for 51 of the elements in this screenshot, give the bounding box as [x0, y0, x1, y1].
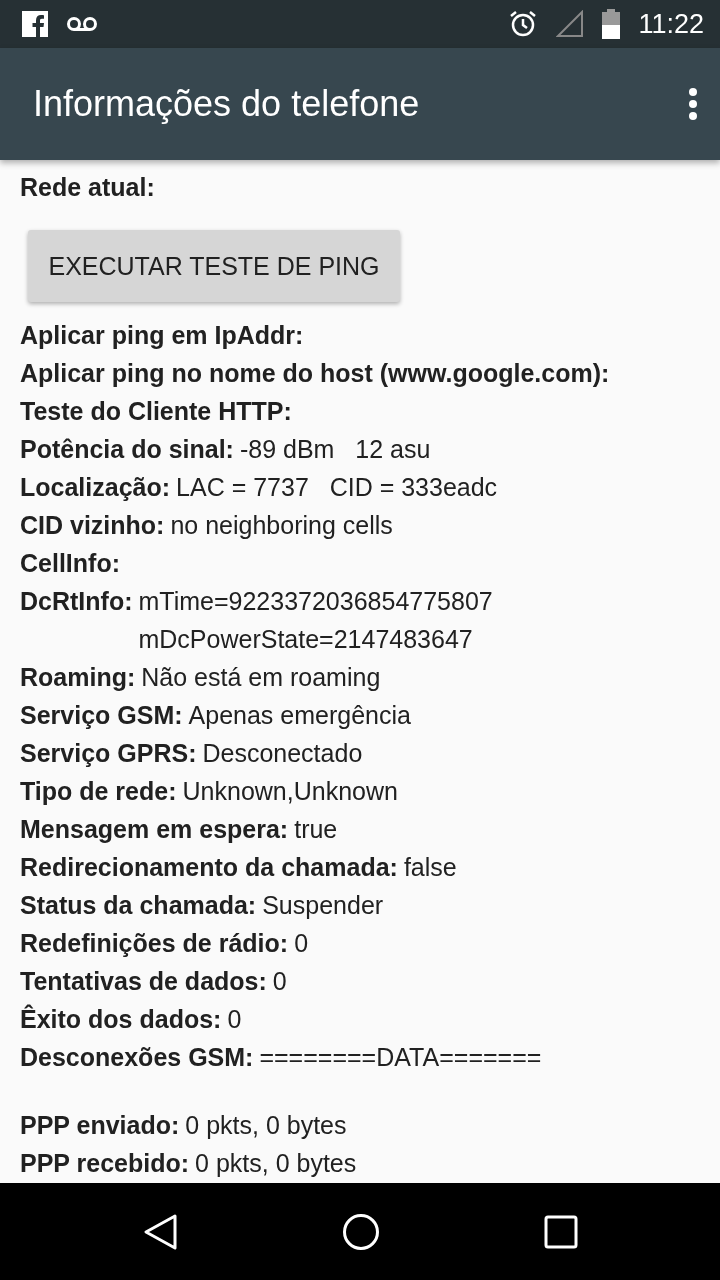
field-label: Teste do Cliente HTTP: — [20, 396, 292, 427]
field-label: Roaming: — [20, 662, 136, 693]
current-network-label: Rede atual: — [20, 172, 156, 203]
field-label: CID vizinho: — [20, 510, 165, 541]
field-label: Status da chamada: — [20, 890, 257, 921]
field-label: Potência do sinal: — [20, 434, 234, 465]
field-label: CellInfo: — [20, 548, 120, 579]
field-label: Aplicar ping em IpAddr: — [20, 320, 304, 351]
app-title: Informações do telefone — [33, 83, 421, 125]
signal-icon — [556, 10, 585, 38]
field-value: false — [403, 852, 457, 883]
facebook-icon — [22, 11, 48, 37]
field-value: mTime=9223372036854775807 — [138, 586, 493, 617]
field-label: PPP enviado: — [20, 1110, 180, 1141]
field-label: Mensagem em espera: — [20, 814, 289, 845]
field-label: Tentativas de dados: — [20, 966, 267, 997]
field-label: DcRtInfo: — [20, 586, 133, 617]
field-value: Não está em roaming — [141, 662, 381, 693]
field-value: mDcPowerState=2147483647 — [138, 624, 474, 655]
battery-icon — [602, 9, 621, 39]
field-label: Localização: — [20, 472, 171, 503]
field-label: Êxito dos dados: — [20, 1003, 222, 1035]
field-label: Redefinições de rádio: — [20, 928, 289, 959]
field-value: true — [294, 814, 338, 845]
field-label: Redirecionamento da chamada: — [20, 852, 398, 883]
recents-icon[interactable] — [544, 1214, 578, 1249]
voicemail-icon — [66, 16, 98, 32]
field-value: Desconectado — [202, 738, 363, 769]
more-options-icon[interactable] — [688, 87, 698, 121]
field-value: Apenas emergência — [188, 700, 411, 731]
home-icon[interactable] — [342, 1212, 380, 1251]
field-label: Serviço GPRS: — [20, 738, 197, 769]
field-label: Desconexões GSM: — [20, 1042, 254, 1073]
clock-time: 11:22 — [638, 8, 704, 40]
run-ping-test-button[interactable]: EXECUTAR TESTE DE PING — [28, 230, 400, 302]
field-value: 0 — [272, 966, 287, 997]
field-value: LAC = 7737 CID = 333eadc — [176, 472, 498, 503]
field-value: 0 — [294, 928, 309, 959]
field-label: Aplicar ping no nome do host (www.google.com): — [20, 358, 610, 389]
field-label: Serviço GSM: — [20, 700, 183, 731]
field-value: no neighboring cells — [170, 510, 393, 541]
back-icon[interactable] — [142, 1212, 178, 1251]
field-value: Suspender — [262, 890, 384, 921]
field-value: 0 pkts, 0 bytes — [195, 1148, 357, 1179]
field-value: 0 pkts, 0 bytes — [185, 1110, 347, 1141]
field-value: -89 dBm 12 asu — [239, 434, 431, 465]
field-label: Tipo de rede: — [20, 776, 177, 807]
field-value: Unknown,Unknown — [182, 776, 398, 807]
field-value: ========DATA======= — [259, 1042, 542, 1073]
field-value: 0 — [227, 1004, 242, 1035]
field-label: PPP recebido: — [20, 1148, 190, 1179]
